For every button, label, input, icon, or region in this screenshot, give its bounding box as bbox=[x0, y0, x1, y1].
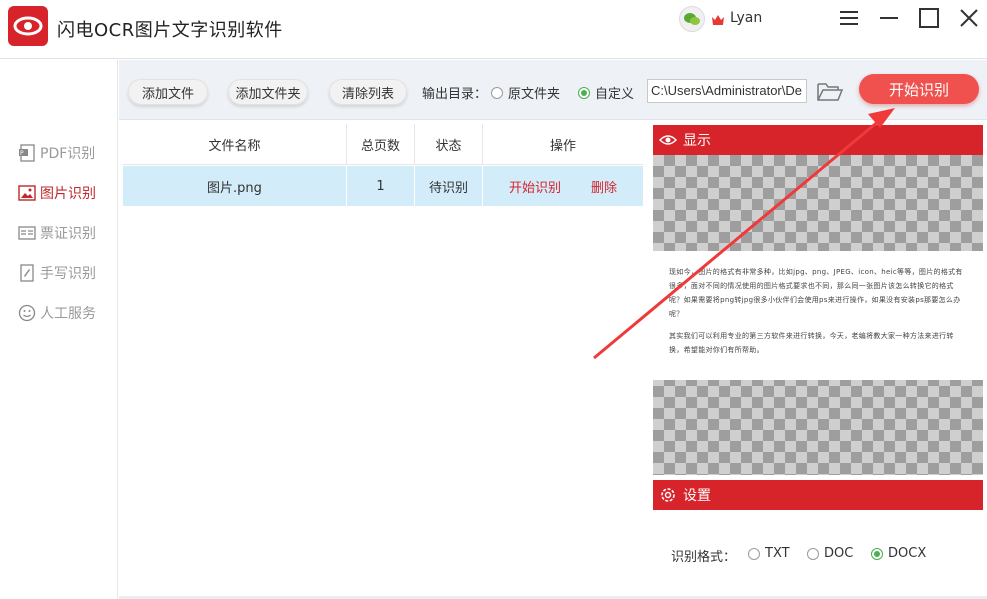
sidebar-item-handwriting[interactable]: 手写识别 bbox=[18, 262, 96, 284]
sidebar: P PDF识别 图片识别 票证识别 手写识别 人工服务 bbox=[0, 60, 118, 599]
maximize-icon[interactable] bbox=[918, 8, 940, 28]
image-icon bbox=[18, 185, 36, 201]
sidebar-item-label: 图片识别 bbox=[40, 186, 96, 202]
status-cell: 待识别 bbox=[415, 166, 483, 206]
format-txt-radio[interactable]: TXT bbox=[748, 546, 790, 561]
sidebar-item-label: PDF识别 bbox=[40, 146, 96, 162]
preview-paragraph: 现如今，图片的格式有非常多种，比如jpg、png、JPEG、icon、heic等… bbox=[669, 268, 963, 318]
radio-label: 自定义 bbox=[595, 87, 635, 102]
preview-image-content: 现如今，图片的格式有非常多种，比如jpg、png、JPEG、icon、heic等… bbox=[653, 251, 983, 380]
svg-text:P: P bbox=[20, 150, 24, 157]
sidebar-item-label: 人工服务 bbox=[40, 306, 96, 322]
custom-folder-radio[interactable]: 自定义 bbox=[578, 83, 634, 102]
id-card-icon bbox=[18, 226, 36, 240]
row-start-link[interactable]: 开始识别 bbox=[509, 177, 561, 196]
smiley-icon bbox=[18, 304, 36, 322]
radio-dot bbox=[871, 547, 883, 560]
row-delete-link[interactable]: 删除 bbox=[591, 177, 617, 196]
vip-crown-icon bbox=[711, 11, 725, 30]
column-header: 文件名称 bbox=[123, 124, 347, 165]
close-icon[interactable] bbox=[958, 8, 980, 28]
sidebar-item-label: 手写识别 bbox=[40, 266, 96, 282]
original-folder-radio[interactable]: 原文件夹 bbox=[491, 83, 560, 102]
column-header: 状态 bbox=[415, 124, 483, 165]
output-path-input[interactable]: C:\Users\Administrator\De bbox=[647, 79, 807, 103]
format-doc-radio[interactable]: DOC bbox=[807, 546, 853, 561]
eye-icon bbox=[659, 135, 677, 145]
radio-label: DOC bbox=[824, 546, 854, 561]
settings-title: 设置 bbox=[683, 488, 711, 504]
radio-label: 原文件夹 bbox=[508, 87, 561, 102]
image-preview: 现如今，图片的格式有非常多种，比如jpg、png、JPEG、icon、heic等… bbox=[653, 155, 983, 475]
sidebar-item-pdf[interactable]: P PDF识别 bbox=[18, 142, 95, 164]
sidebar-item-label: 票证识别 bbox=[40, 226, 96, 242]
page-count-cell: 1 bbox=[347, 166, 415, 206]
add-file-button[interactable]: 添加文件 bbox=[128, 79, 208, 105]
settings-panel-header: 设置 bbox=[653, 480, 983, 510]
settings-panel: 识别格式： TXT DOC DOCX bbox=[653, 510, 983, 595]
minimize-icon[interactable] bbox=[878, 8, 900, 28]
user-name[interactable]: Lyan bbox=[730, 10, 762, 26]
wechat-icon[interactable] bbox=[679, 6, 705, 32]
sidebar-item-image[interactable]: 图片识别 bbox=[18, 182, 96, 204]
radio-label: TXT bbox=[765, 546, 790, 561]
folder-open-icon[interactable] bbox=[816, 80, 844, 106]
toolbar: 添加文件 添加文件夹 清除列表 输出目录： 原文件夹 自定义 C:\Users\… bbox=[119, 60, 987, 120]
add-folder-button[interactable]: 添加文件夹 bbox=[228, 79, 308, 105]
app-window: 闪电OCR图片文字识别软件 Lyan P PDF识别 图片识别 票证识别 手写识… bbox=[0, 0, 987, 599]
radio-label: DOCX bbox=[888, 546, 927, 561]
radio-dot bbox=[578, 86, 590, 99]
file-name-cell: 图片.png bbox=[123, 166, 347, 206]
clear-list-button[interactable]: 清除列表 bbox=[329, 79, 407, 105]
preview-paragraph: 其实我们可以利用专业的第三方软件来进行转换，今天，老编将教大家一种方法来进行转换… bbox=[669, 332, 954, 354]
format-label: 识别格式： bbox=[671, 550, 737, 565]
column-header: 操作 bbox=[549, 139, 576, 154]
app-title: 闪电OCR图片文字识别软件 bbox=[57, 20, 283, 41]
pdf-icon: P bbox=[19, 144, 35, 162]
operation-cell: 开始识别 删除 bbox=[483, 166, 643, 206]
preview-panel-header: 显示 bbox=[653, 125, 983, 155]
sidebar-item-ticket[interactable]: 票证识别 bbox=[18, 222, 96, 244]
handwriting-icon bbox=[20, 264, 34, 282]
app-logo bbox=[8, 6, 48, 46]
table-row[interactable]: 图片.png 1 待识别 开始识别 删除 bbox=[123, 166, 643, 206]
gear-icon bbox=[661, 488, 675, 502]
radio-dot bbox=[807, 547, 819, 560]
file-table-header: 文件名称 总页数 状态 操作 bbox=[123, 124, 643, 165]
column-header: 总页数 bbox=[347, 124, 415, 165]
radio-dot bbox=[491, 86, 503, 99]
title-bar: 闪电OCR图片文字识别软件 Lyan bbox=[0, 0, 987, 59]
start-recognition-button[interactable]: 开始识别 bbox=[859, 74, 979, 104]
sidebar-item-service[interactable]: 人工服务 bbox=[18, 302, 96, 324]
menu-icon[interactable] bbox=[838, 8, 860, 28]
radio-dot bbox=[748, 547, 760, 560]
preview-title: 显示 bbox=[683, 133, 711, 149]
format-docx-radio[interactable]: DOCX bbox=[871, 546, 926, 561]
output-dir-label: 输出目录： bbox=[422, 87, 488, 102]
